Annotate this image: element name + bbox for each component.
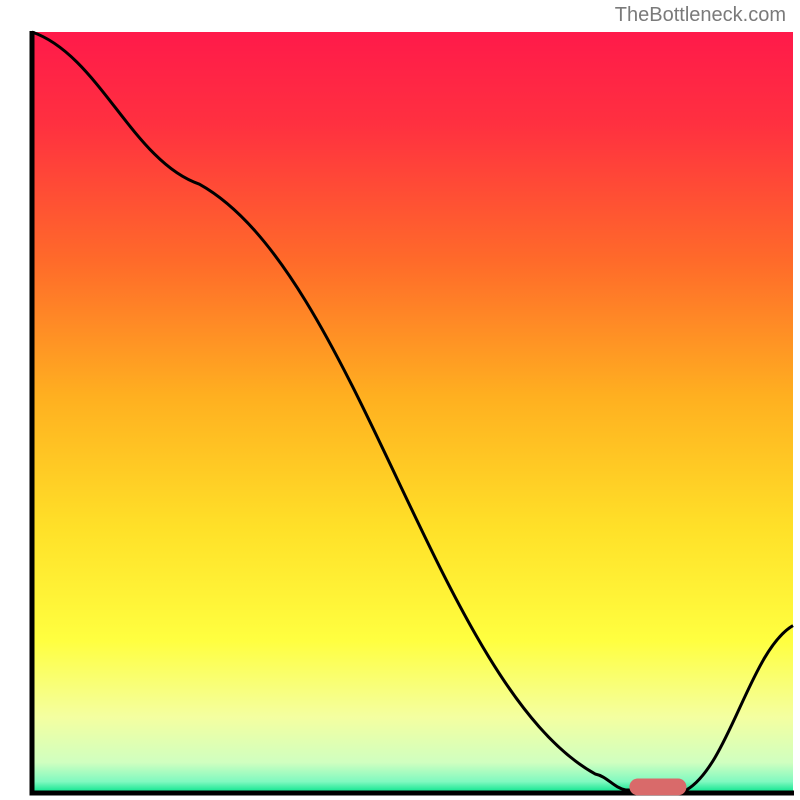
attribution-text: TheBottleneck.com — [615, 4, 786, 27]
chart-container: { "attribution": "TheBottleneck.com", "c… — [0, 0, 800, 800]
bottleneck-chart — [0, 0, 800, 800]
optimum-marker — [629, 779, 686, 796]
